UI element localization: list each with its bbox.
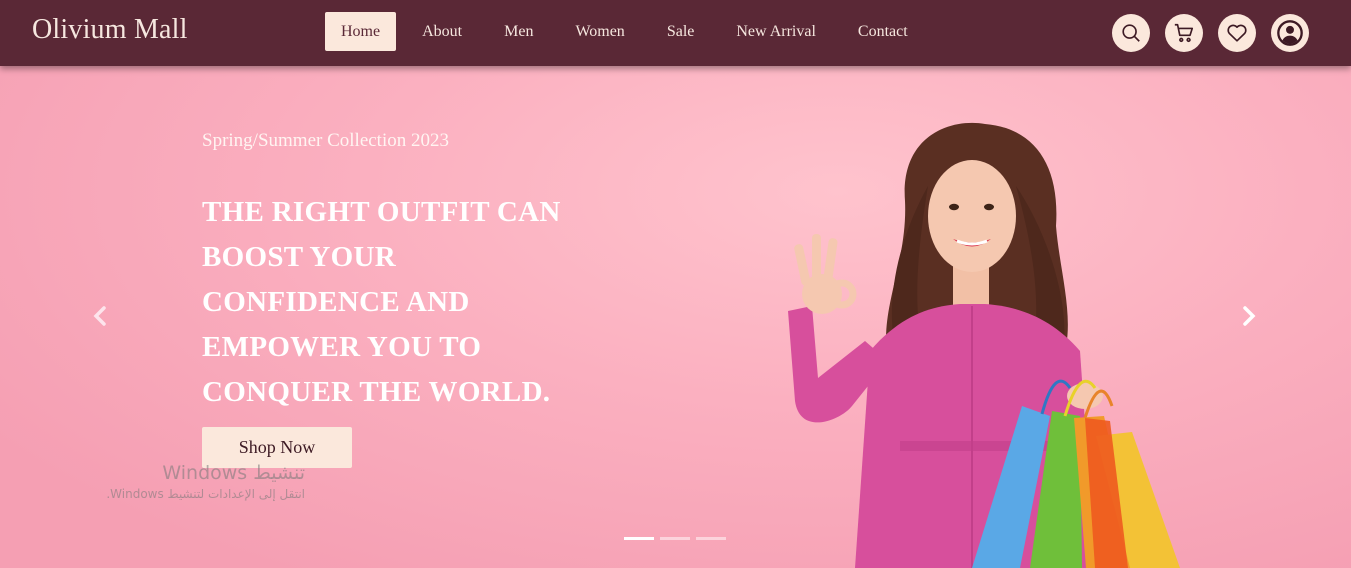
carousel-prev-button[interactable] [89, 304, 113, 328]
nav-contact[interactable]: Contact [842, 12, 924, 51]
headline-line: EMPOWER YOU TO [202, 331, 482, 363]
carousel-indicator[interactable] [624, 537, 654, 540]
hero-subtitle: Spring/Summer Collection 2023 [202, 130, 449, 151]
carousel-indicators [624, 537, 732, 540]
search-icon [1122, 24, 1140, 42]
watermark-title: تنشيط Windows [162, 462, 305, 484]
nav-icon-group [1097, 14, 1309, 52]
chevron-left-icon [93, 306, 106, 326]
nav-sale[interactable]: Sale [651, 12, 711, 51]
nav-women[interactable]: Women [559, 12, 640, 51]
carousel-next-button[interactable] [1236, 304, 1260, 328]
nav-men[interactable]: Men [488, 12, 549, 51]
windows-activation-watermark: تنشيط Windows انتقل إلى الإعدادات لتنشيط… [106, 462, 305, 501]
carousel-indicator[interactable] [696, 537, 726, 540]
headline-line: CONQUER THE WORLD. [202, 376, 551, 408]
nav-new-arrival[interactable]: New Arrival [720, 12, 832, 51]
carousel-indicator[interactable] [660, 537, 690, 540]
account-icon [1277, 20, 1303, 46]
nav-home[interactable]: Home [325, 12, 397, 51]
cart-button[interactable] [1165, 14, 1203, 52]
hero-model-image [788, 122, 1180, 568]
headline-line: THE RIGHT OUTFIT CAN [202, 196, 561, 228]
wishlist-button[interactable] [1218, 14, 1256, 52]
brand-logo[interactable]: Olivium Mall [32, 14, 188, 46]
top-navbar: Olivium Mall Home About Men Women Sale N… [0, 0, 1351, 66]
nav-about[interactable]: About [406, 12, 478, 51]
heart-icon [1227, 24, 1247, 42]
headline-line: CONFIDENCE AND [202, 286, 470, 318]
search-button[interactable] [1112, 14, 1150, 52]
account-button[interactable] [1271, 14, 1309, 52]
watermark-subtitle: انتقل إلى الإعدادات لتنشيط Windows. [106, 487, 305, 501]
main-nav: Home About Men Women Sale New Arrival Co… [325, 12, 934, 51]
headline-line: BOOST YOUR [202, 241, 396, 273]
chevron-right-icon [1243, 306, 1256, 326]
cart-icon [1174, 23, 1194, 43]
hero-headline: THE RIGHT OUTFIT CAN BOOST YOUR CONFIDEN… [202, 190, 622, 415]
